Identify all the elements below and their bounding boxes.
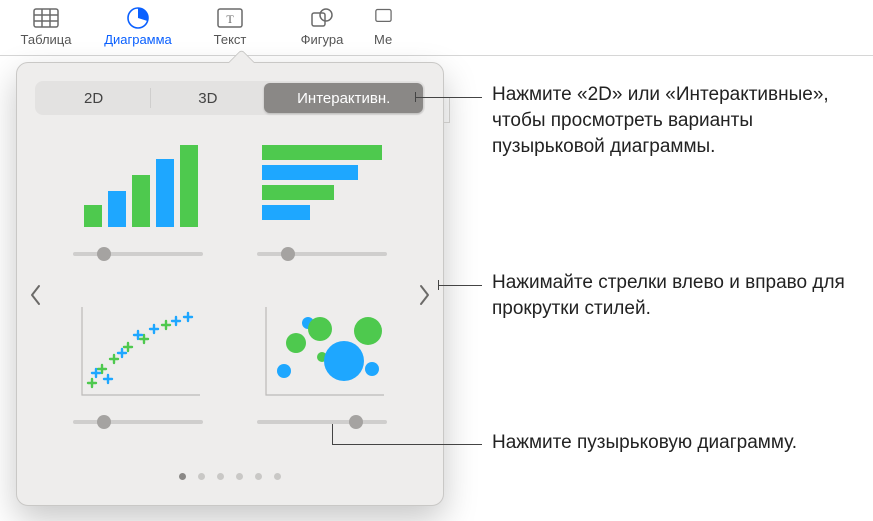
next-style-button[interactable] <box>413 277 435 313</box>
chart-icon <box>124 6 152 30</box>
tab-3d[interactable]: 3D <box>151 83 264 113</box>
page-dots[interactable] <box>17 473 443 480</box>
chart-scatter-slider[interactable] <box>73 415 203 429</box>
callout-text-1: Нажмите «2D» или «Интерактивные», чтобы … <box>492 82 852 160</box>
prev-style-button[interactable] <box>25 277 47 313</box>
shape-icon <box>308 6 336 30</box>
page-dot[interactable] <box>255 473 262 480</box>
callout-leader <box>438 280 439 290</box>
text-icon: T <box>216 6 244 30</box>
chart-type-segmented: 2D 3D Интерактивн. <box>35 81 425 115</box>
chart-column-preview <box>63 131 213 239</box>
chart-bubble[interactable] <box>242 299 402 449</box>
chart-column[interactable] <box>58 131 218 281</box>
page-dot[interactable] <box>274 473 281 480</box>
tab-3d-label: 3D <box>198 90 217 107</box>
chart-bubble-preview <box>247 299 397 407</box>
toolbar-media-label: Ме <box>374 32 392 47</box>
page-dot[interactable] <box>236 473 243 480</box>
callout-leader <box>332 444 482 445</box>
toolbar-chart[interactable]: Диаграмма <box>92 4 184 47</box>
toolbar-media[interactable]: Ме <box>368 4 408 47</box>
chart-column-slider[interactable] <box>73 247 203 261</box>
tab-interactive[interactable]: Интерактивн. <box>264 83 423 113</box>
callout-leader <box>438 285 482 286</box>
chart-bar-slider[interactable] <box>257 247 387 261</box>
chart-scatter-preview <box>63 299 213 407</box>
chevron-right-icon <box>417 284 431 306</box>
callout-leader <box>415 97 482 98</box>
toolbar-shape-label: Фигура <box>301 32 344 47</box>
tab-2d[interactable]: 2D <box>37 83 150 113</box>
chart-bubble-slider[interactable] <box>257 415 387 429</box>
chevron-left-icon <box>29 284 43 306</box>
chart-popover: 2D 3D Интерактивн. <box>16 62 444 506</box>
toolbar-chart-label: Диаграмма <box>104 32 172 47</box>
chart-bar[interactable] <box>242 131 402 281</box>
toolbar-shape[interactable]: Фигура <box>276 4 368 47</box>
toolbar-table[interactable]: Таблица <box>0 4 92 47</box>
callout-leader <box>332 424 333 444</box>
callout-text-3: Нажмите пузырьковую диаграмму. <box>492 430 852 456</box>
toolbar: Таблица Диаграмма T Текст Фигура Ме <box>0 0 873 56</box>
media-icon <box>372 6 400 30</box>
page-dot[interactable] <box>198 473 205 480</box>
toolbar-text-label: Текст <box>214 32 247 47</box>
chart-scatter[interactable] <box>58 299 218 449</box>
chart-bar-preview <box>247 131 397 239</box>
tab-2d-label: 2D <box>84 90 103 107</box>
tab-interactive-label: Интерактивн. <box>297 90 390 107</box>
toolbar-table-label: Таблица <box>21 32 72 47</box>
svg-text:T: T <box>226 12 234 26</box>
edge-marker <box>444 97 450 123</box>
toolbar-text[interactable]: T Текст <box>184 4 276 47</box>
callout-leader <box>415 92 416 102</box>
page-dot[interactable] <box>179 473 186 480</box>
page-dot[interactable] <box>217 473 224 480</box>
table-icon <box>32 6 60 30</box>
chart-grid <box>55 131 405 449</box>
chart-styles-area <box>23 125 437 465</box>
callout-text-2: Нажимайте стрелки влево и вправо для про… <box>492 270 852 322</box>
